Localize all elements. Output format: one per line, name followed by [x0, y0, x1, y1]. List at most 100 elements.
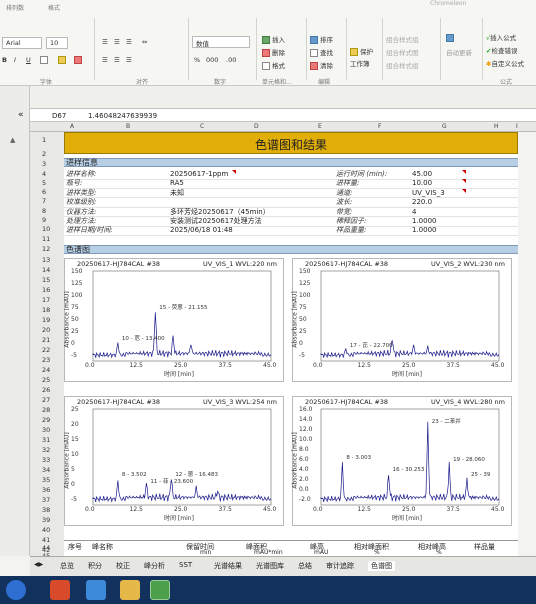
row-number[interactable]: 3: [42, 160, 46, 168]
auto-update-button[interactable]: 自动更新: [446, 47, 472, 57]
table-header-cell[interactable]: 相对峰面积: [354, 542, 389, 552]
align-left-icon[interactable]: ☰: [102, 38, 108, 46]
row-number[interactable]: 4: [42, 170, 46, 178]
chromatogram-chart-2[interactable]: 20250617-HJ784CAL #38 UV_VIS_2 WVL:230 nm…: [292, 258, 512, 382]
underline-button[interactable]: U: [26, 56, 31, 64]
row-number[interactable]: 39: [42, 516, 50, 524]
font-color-icon[interactable]: [74, 56, 84, 64]
row-number[interactable]: 41: [42, 536, 50, 544]
style-group-button-1[interactable]: 组合样式组: [386, 34, 419, 44]
sheet-tab[interactable]: 光谱结果: [214, 561, 242, 571]
row-number[interactable]: 32: [42, 446, 50, 454]
number-format-select[interactable]: 数值: [192, 36, 250, 48]
workbook-button[interactable]: 工作簿: [350, 58, 370, 68]
tab-nav-icon[interactable]: ◀▶: [34, 561, 43, 568]
row-number[interactable]: 12: [42, 245, 50, 253]
info-value[interactable]: 1.0000: [412, 226, 437, 234]
ribbon-tab-1[interactable]: 格式: [48, 3, 60, 12]
row-number[interactable]: 29: [42, 416, 50, 424]
bold-button[interactable]: B: [2, 56, 7, 64]
fill-color-icon[interactable]: [58, 56, 68, 64]
info-value[interactable]: 20250617-1ppm: [170, 170, 228, 178]
row-number[interactable]: 21: [42, 336, 50, 344]
row-number[interactable]: 27: [42, 396, 50, 404]
row-number[interactable]: 11: [42, 235, 50, 243]
row-number[interactable]: 22: [42, 346, 50, 354]
border-icon[interactable]: [40, 56, 50, 64]
spreadsheet-grid[interactable]: 色谱图和结果 进样信息 色谱图 20250617-HJ784CAL #38 UV_…: [64, 132, 518, 556]
row-number[interactable]: 28: [42, 406, 50, 414]
custom-formula-button[interactable]: ✱自定义公式: [486, 58, 524, 68]
align-right-icon[interactable]: ☰: [126, 38, 132, 46]
sheet-tab[interactable]: 光谱图库: [256, 561, 284, 571]
row-number[interactable]: 5: [42, 179, 46, 187]
wrap-icon[interactable]: ☰: [126, 56, 132, 64]
row-number[interactable]: 20: [42, 326, 50, 334]
row-number[interactable]: 30: [42, 426, 50, 434]
app-icon-active[interactable]: [150, 580, 170, 600]
table-header-cell[interactable]: 序号: [68, 542, 82, 552]
info-value[interactable]: UV_VIS_3: [412, 189, 445, 197]
thousands-button[interactable]: 000: [206, 56, 218, 64]
style-group-button-3[interactable]: 组合样式组: [386, 60, 419, 70]
style-group-button-2[interactable]: 组合样式图: [386, 47, 419, 57]
row-number[interactable]: 36: [42, 486, 50, 494]
row-number[interactable]: 18: [42, 306, 50, 314]
format-button[interactable]: 格式: [262, 60, 285, 70]
protect-button[interactable]: 保护: [350, 46, 373, 56]
sheet-tab[interactable]: 色谱图: [368, 561, 395, 571]
scroll-up-icon[interactable]: ▲: [10, 136, 15, 144]
clear-button[interactable]: 清除: [310, 60, 333, 70]
refresh-icon[interactable]: [446, 34, 456, 42]
info-value[interactable]: 未知: [170, 189, 184, 197]
column-header[interactable]: I: [516, 123, 518, 130]
sheet-tab[interactable]: 校正: [116, 561, 130, 571]
info-value[interactable]: 45.00: [412, 170, 432, 178]
column-header[interactable]: F: [378, 123, 381, 130]
chromatogram-chart-1[interactable]: 20250617-HJ784CAL #38 UV_VIS_1 WVL:220 nm…: [64, 258, 284, 382]
row-number[interactable]: 8: [42, 207, 46, 215]
formula-value[interactable]: 1.46048247639939: [88, 112, 157, 120]
font-name-select[interactable]: Arial: [2, 37, 42, 49]
row-number[interactable]: 25: [42, 376, 50, 384]
chromatogram-chart-4[interactable]: 20250617-HJ784CAL #38 UV_VIS_4 WVL:280 nm…: [292, 396, 512, 526]
row-number[interactable]: 35: [42, 476, 50, 484]
collapse-icon[interactable]: «: [18, 110, 24, 120]
align-middle-icon[interactable]: ☰: [114, 56, 120, 64]
row-number[interactable]: 26: [42, 386, 50, 394]
cell-reference[interactable]: D67: [52, 112, 66, 120]
info-value[interactable]: 多环芳烃20250617（45min）: [170, 208, 270, 216]
font-size-select[interactable]: 10: [46, 37, 68, 49]
row-number[interactable]: 34: [42, 466, 50, 474]
info-value[interactable]: 2025/06/18 01:48: [170, 226, 233, 234]
row-number[interactable]: 31: [42, 436, 50, 444]
row-number[interactable]: 16: [42, 286, 50, 294]
delete-button[interactable]: 删除: [262, 47, 285, 57]
insert-formula-button[interactable]: √插入公式: [486, 32, 516, 42]
column-header[interactable]: H: [494, 123, 499, 130]
sheet-tab[interactable]: 峰分析: [144, 561, 165, 571]
app-icon-ie[interactable]: [86, 580, 106, 600]
row-number[interactable]: 40: [42, 526, 50, 534]
chromatogram-chart-3[interactable]: 20250617-HJ784CAL #38 UV_VIS_3 WVL:254 nm…: [64, 396, 284, 526]
column-header[interactable]: A: [70, 123, 74, 130]
ribbon-tab-0[interactable]: 排列数: [6, 3, 24, 12]
info-value[interactable]: 安装测试20250617处理方法: [170, 217, 262, 225]
find-button[interactable]: 查找: [310, 47, 333, 57]
info-value[interactable]: 1.0000: [412, 217, 437, 225]
info-value[interactable]: 220.0: [412, 198, 432, 206]
column-header[interactable]: B: [126, 123, 130, 130]
row-number[interactable]: 2: [42, 150, 46, 158]
row-number[interactable]: 38: [42, 506, 50, 514]
info-value[interactable]: 10.00: [412, 179, 432, 187]
percent-button[interactable]: %: [194, 56, 200, 64]
start-icon[interactable]: [6, 580, 26, 600]
check-error-button[interactable]: ✔检查错误: [486, 45, 517, 55]
sheet-tab[interactable]: 总览: [60, 561, 74, 571]
row-number[interactable]: 24: [42, 366, 50, 374]
info-value[interactable]: RA5: [170, 179, 184, 187]
italic-button[interactable]: I: [14, 56, 16, 64]
insert-button[interactable]: 插入: [262, 34, 285, 44]
row-number[interactable]: 44: [42, 544, 50, 552]
sheet-tab[interactable]: SST: [179, 561, 192, 569]
